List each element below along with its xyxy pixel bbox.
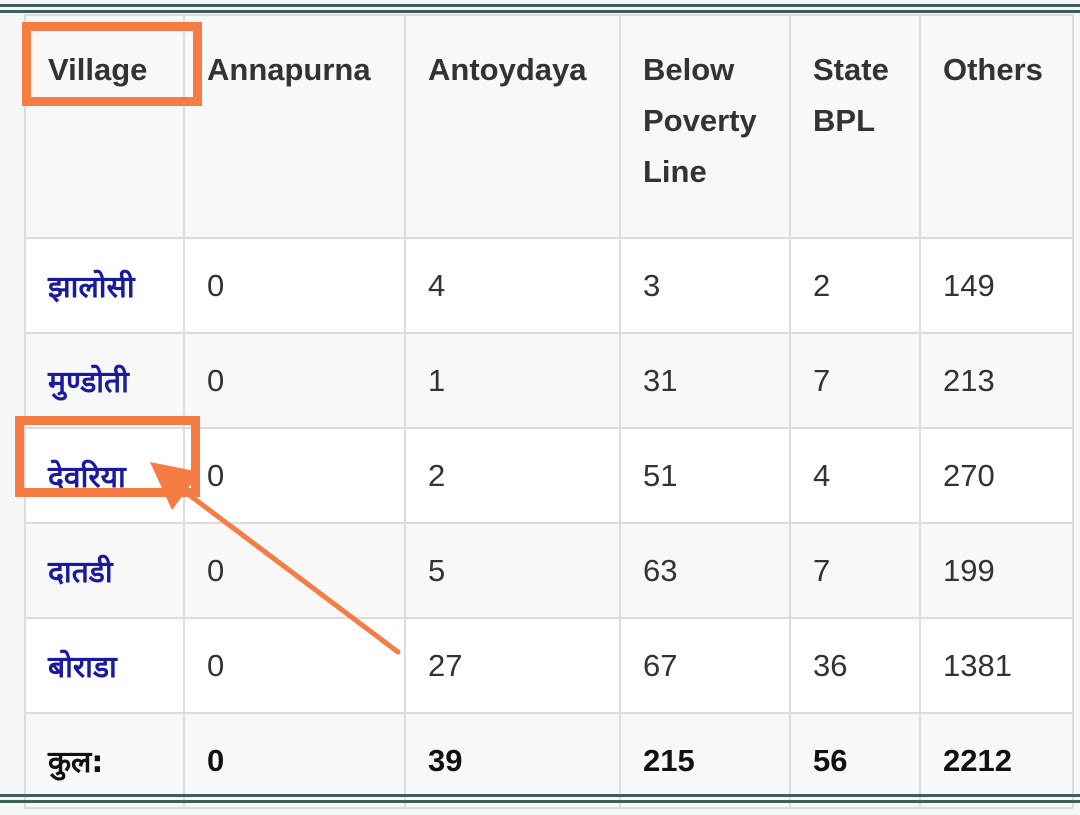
cell-others: 199 <box>919 522 1074 619</box>
cell-bpl: 3 <box>619 237 791 334</box>
cell-bpl: 51 <box>619 427 791 524</box>
cell-state-bpl: 7 <box>789 332 921 429</box>
cell-state-bpl: 7 <box>789 522 921 619</box>
cell-others: 270 <box>919 427 1074 524</box>
cell-state-bpl: 4 <box>789 427 921 524</box>
cell-annapurna: 0 <box>183 617 406 714</box>
cell-others: 213 <box>919 332 1074 429</box>
table-row: मुण्डोती 0 1 31 7 213 <box>24 332 1074 429</box>
village-link[interactable]: मुण्डोती <box>48 365 129 400</box>
cell-others: 149 <box>919 237 1074 334</box>
table-row: झालोसी 0 4 3 2 149 <box>24 237 1074 334</box>
village-ration-card-table: Village Annapurna Antoydaya Below Povert… <box>24 14 1074 809</box>
cell-antoydaya: 27 <box>404 617 621 714</box>
table-header-row: Village Annapurna Antoydaya Below Povert… <box>24 14 1074 239</box>
village-link[interactable]: दातडी <box>48 555 113 590</box>
cell-antoydaya: 5 <box>404 522 621 619</box>
cell-annapurna: 0 <box>183 427 406 524</box>
header-antoydaya[interactable]: Antoydaya <box>404 14 621 239</box>
table-row: दातडी 0 5 63 7 199 <box>24 522 1074 619</box>
cell-bpl: 31 <box>619 332 791 429</box>
table-row: देवरिया 0 2 51 4 270 <box>24 427 1074 524</box>
village-link[interactable]: बोराडा <box>48 650 117 685</box>
cell-others: 1381 <box>919 617 1074 714</box>
cell-bpl: 67 <box>619 617 791 714</box>
table-top-rule <box>0 4 1080 14</box>
cell-antoydaya: 1 <box>404 332 621 429</box>
header-state-bpl[interactable]: State BPL <box>789 14 921 239</box>
header-village[interactable]: Village <box>24 14 185 239</box>
cell-annapurna: 0 <box>183 332 406 429</box>
header-others[interactable]: Others <box>919 14 1074 239</box>
cell-antoydaya: 4 <box>404 237 621 334</box>
cell-bpl: 63 <box>619 522 791 619</box>
cell-antoydaya: 2 <box>404 427 621 524</box>
table-bottom-rule <box>0 794 1080 804</box>
cell-annapurna: 0 <box>183 522 406 619</box>
cell-state-bpl: 36 <box>789 617 921 714</box>
header-annapurna[interactable]: Annapurna <box>183 14 406 239</box>
village-link[interactable]: देवरिया <box>48 460 126 495</box>
village-link[interactable]: झालोसी <box>48 270 135 305</box>
cell-state-bpl: 2 <box>789 237 921 334</box>
table-row: बोराडा 0 27 67 36 1381 <box>24 617 1074 714</box>
cell-annapurna: 0 <box>183 237 406 334</box>
header-below-poverty-line[interactable]: Below Poverty Line <box>619 14 791 239</box>
